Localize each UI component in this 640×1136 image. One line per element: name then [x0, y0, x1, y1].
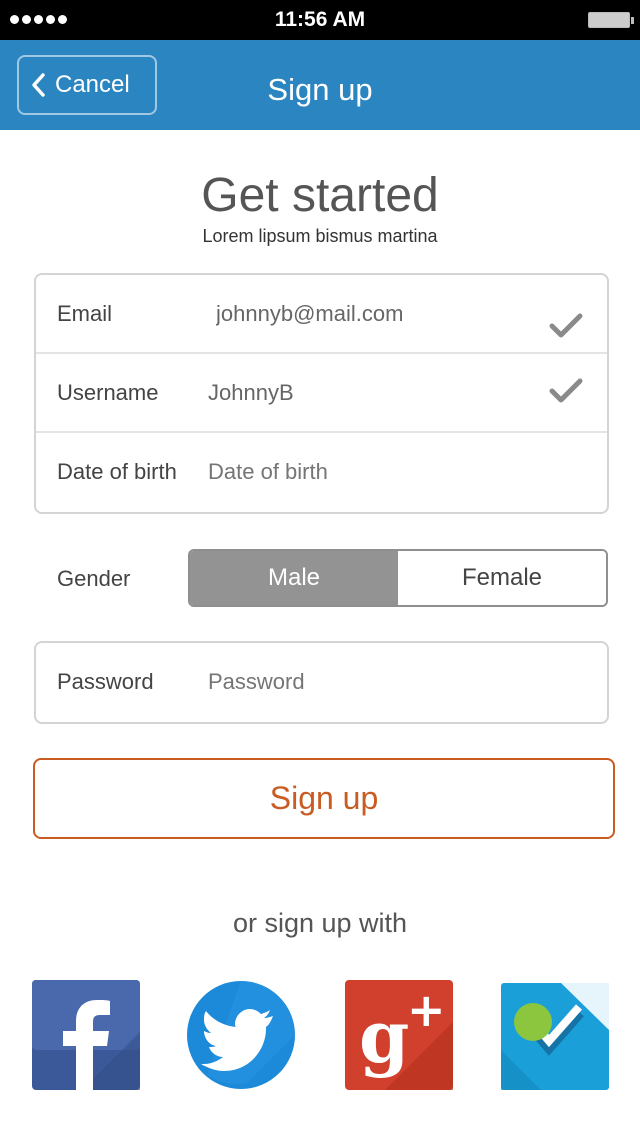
username-label: Username: [57, 380, 159, 405]
foursquare-icon[interactable]: [501, 980, 609, 1090]
facebook-icon[interactable]: [32, 980, 140, 1090]
heading-subtitle: Lorem lipsum bismus martina: [202, 226, 438, 246]
google-plus-icon[interactable]: g +: [345, 980, 453, 1090]
gender-option-male[interactable]: Male: [190, 551, 398, 605]
username-field[interactable]: [208, 380, 528, 406]
date-of-birth-field[interactable]: [208, 459, 548, 485]
navigation-bar: Cancel Sign up: [0, 40, 640, 130]
svg-text:+: +: [407, 983, 446, 1037]
heading-title: Get started: [201, 169, 439, 222]
svg-text:g: g: [359, 994, 409, 1079]
password-row: Password: [36, 643, 607, 722]
dob-label: Date of birth: [57, 459, 177, 484]
email-label: Email: [57, 301, 113, 326]
gender-option-female[interactable]: Female: [398, 551, 606, 605]
gender-label: Gender: [57, 566, 131, 591]
email-field[interactable]: [216, 301, 536, 327]
status-bar: 11:56 AM: [0, 0, 640, 40]
checkmark-icon: [549, 378, 583, 403]
password-form: Password: [34, 641, 609, 724]
battery-icon: [588, 12, 634, 28]
checkmark-icon: [549, 313, 583, 338]
status-time: 11:56 AM: [274, 8, 366, 31]
dob-row: Date of birth: [36, 433, 607, 512]
email-row: Email: [36, 275, 607, 354]
username-row: Username: [36, 354, 607, 433]
account-form: Email Username Date of birth: [34, 273, 609, 514]
password-field[interactable]: [208, 669, 548, 695]
twitter-icon[interactable]: [187, 980, 295, 1090]
page-title: Sign up: [267, 72, 373, 107]
gender-segmented-control: Male Female: [188, 549, 608, 607]
signup-button[interactable]: Sign up: [33, 758, 615, 839]
social-signup-heading: or sign up with: [232, 908, 408, 938]
password-label: Password: [57, 669, 154, 694]
